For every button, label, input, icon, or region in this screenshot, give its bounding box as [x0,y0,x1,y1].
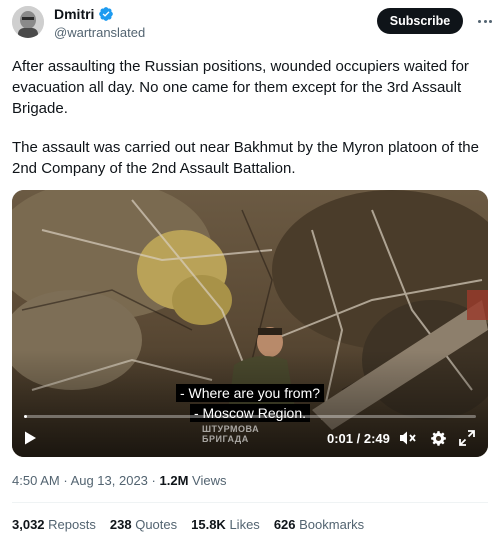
settings-icon[interactable] [430,430,447,447]
fullscreen-icon[interactable] [459,430,475,446]
video-player[interactable]: - Where are you from? - Moscow Region. Ш… [12,190,488,457]
tweet-meta: 4:50 AM · Aug 13, 2023 · 1.2M Views [12,473,227,488]
video-subtitle-line-2: - Moscow Region. [12,404,488,423]
author-handle[interactable]: @wartranslated [54,25,145,40]
volume-icon[interactable] [399,430,417,446]
views-count: 1.2M [159,473,189,488]
divider [12,502,488,503]
video-progress-fill [24,415,27,418]
verified-badge-icon [99,7,114,21]
tweet-text-paragraph-1: After assaulting the Russian positions, … [12,58,469,117]
engagement-stats: 3,032 Reposts 238 Quotes 15.8K Likes 626… [12,517,378,532]
video-time: 0:01 / 2:49 [327,431,390,446]
video-watermark: ШТУРМОВА БРИГАДА [202,424,260,444]
video-subtitle-line-1: - Where are you from? [12,384,488,403]
bookmarks-stat[interactable]: 626 Bookmarks [274,517,364,532]
avatar[interactable] [12,6,44,38]
reposts-stat[interactable]: 3,032 Reposts [12,517,96,532]
tweet-text-paragraph-2: The assault was carried out near Bakhmut… [12,139,479,177]
author-name-row[interactable]: Dmitri [54,6,114,22]
video-progress-bar[interactable] [24,415,476,418]
likes-stat[interactable]: 15.8K Likes [191,517,260,532]
tweet-date[interactable]: Aug 13, 2023 [71,473,148,488]
views-label: Views [192,473,227,488]
author-name[interactable]: Dmitri [54,6,94,22]
tweet-time[interactable]: 4:50 AM [12,473,60,488]
subscribe-button[interactable]: Subscribe [377,8,463,34]
play-icon[interactable] [22,430,38,446]
more-icon[interactable] [476,12,494,30]
quotes-stat[interactable]: 238 Quotes [110,517,177,532]
